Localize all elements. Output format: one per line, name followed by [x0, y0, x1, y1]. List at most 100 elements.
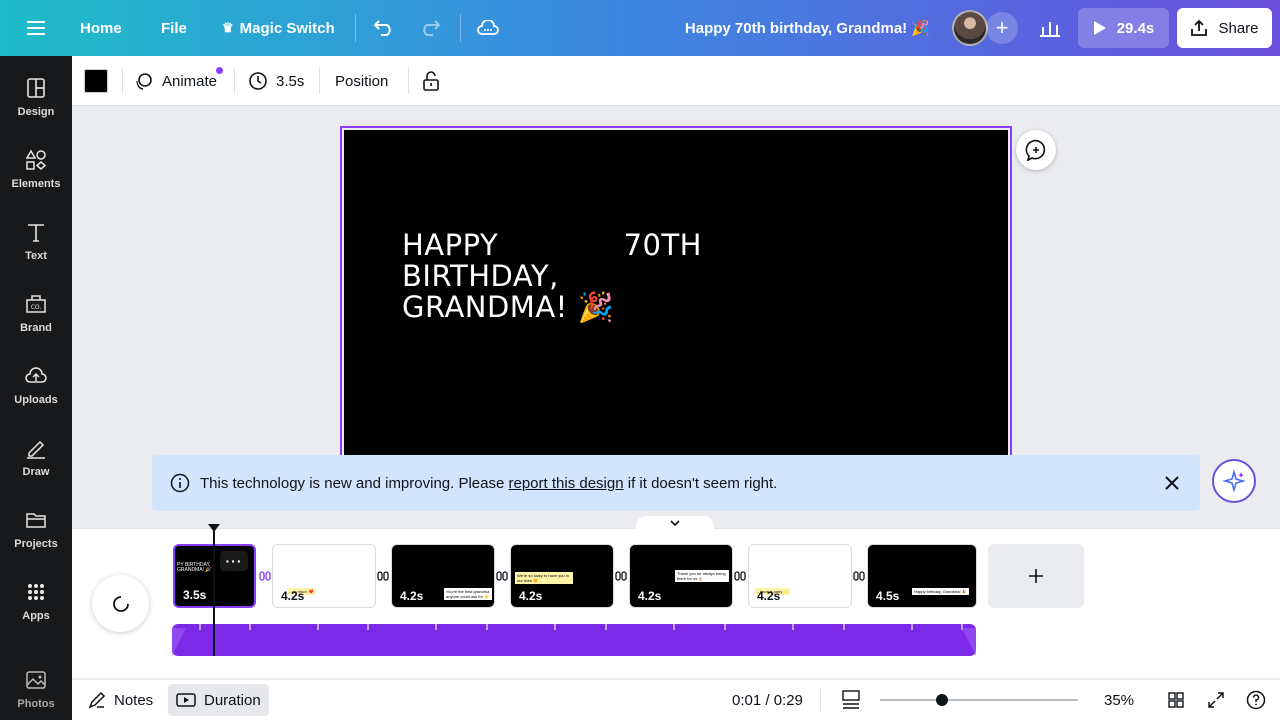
file-button[interactable]: File: [161, 0, 187, 56]
clip-preview-text: Thank you for always being there for us …: [675, 570, 729, 582]
help-icon[interactable]: [1246, 690, 1266, 710]
notice-text-after: if it doesn't seem right.: [623, 474, 778, 492]
position-button[interactable]: Position: [335, 56, 388, 106]
unlock-icon: [423, 71, 439, 91]
clip-duration: 4.2s: [281, 589, 305, 603]
headline-text[interactable]: HAPPY 70TH BIRTHDAY, GRANDMA! 🎉: [402, 230, 702, 323]
grid-view-icon[interactable]: [842, 690, 860, 710]
duration-button[interactable]: 3.5s: [248, 56, 304, 106]
sidebar-item-elements[interactable]: Elements: [0, 144, 72, 204]
transition-button[interactable]: [852, 569, 866, 583]
sidebar-item-design[interactable]: Design: [0, 72, 72, 132]
plus-icon: +: [995, 15, 1009, 40]
transition-icon: [259, 571, 271, 581]
design-title[interactable]: Happy 70th birthday, Grandma! 🎉: [660, 0, 930, 56]
sidebar-item-label: Draw: [22, 466, 50, 478]
menu-icon[interactable]: [20, 12, 52, 44]
headline-line-3: GRANDMA! 🎉: [402, 290, 615, 324]
timeline-clip[interactable]: Happy birthday, Grandma! 🎉 4.5s: [867, 544, 977, 608]
audio-waveform: [172, 624, 976, 656]
notes-button[interactable]: Notes: [80, 684, 161, 716]
divider: [408, 68, 409, 94]
text-icon: [28, 224, 44, 242]
sparkle-icon: [1222, 469, 1246, 493]
sidebar-item-photos[interactable]: Photos: [0, 664, 72, 720]
sidebar-item-label: Brand: [20, 322, 52, 334]
sidebar-item-label: Elements: [11, 178, 61, 190]
left-sidebar: Design Elements Text CO. Brand Uploads D…: [0, 56, 72, 720]
play-button[interactable]: 29.4s: [1078, 8, 1169, 48]
folder-icon: [26, 513, 46, 528]
draw-icon: [27, 440, 45, 459]
transition-icon: [853, 571, 865, 581]
sidebar-item-apps[interactable]: Apps: [0, 576, 72, 636]
collapse-timeline-button[interactable]: [636, 516, 714, 530]
transition-icon: [615, 571, 627, 581]
divider: [122, 68, 123, 94]
top-bar: Home File ♛ Magic Switch Happy 70th birt…: [0, 0, 1280, 56]
home-button[interactable]: Home: [80, 0, 122, 56]
play-duration: 29.4s: [1116, 19, 1155, 37]
sidebar-item-projects[interactable]: Projects: [0, 504, 72, 564]
lock-button[interactable]: [422, 56, 440, 106]
redo-icon[interactable]: [414, 12, 446, 44]
share-button[interactable]: Share: [1177, 8, 1272, 48]
transition-button[interactable]: [614, 569, 628, 583]
duration-label: Duration: [204, 691, 261, 709]
close-icon[interactable]: [1162, 473, 1182, 493]
headline-line-2: BIRTHDAY,: [402, 259, 559, 293]
clip-duration: 4.2s: [400, 589, 424, 603]
fullscreen-icon[interactable]: [1208, 692, 1224, 708]
headline-word-happy: HAPPY: [402, 228, 499, 262]
timeline-clip[interactable]: We're so lucky to have you in our lives …: [510, 544, 614, 608]
transition-button[interactable]: [495, 569, 509, 583]
zoom-slider-track[interactable]: [880, 699, 1078, 701]
playhead[interactable]: [213, 530, 215, 656]
sidebar-item-draw[interactable]: Draw: [0, 432, 72, 492]
more-options-button[interactable]: ···: [220, 551, 248, 571]
sidebar-item-brand[interactable]: CO. Brand: [0, 288, 72, 348]
notes-icon: [88, 691, 106, 709]
plus-icon: [1029, 569, 1043, 583]
add-collaborator-button[interactable]: +: [986, 12, 1018, 44]
notice-banner: This technology is new and improving. Pl…: [152, 455, 1200, 511]
background-color-swatch[interactable]: [84, 69, 108, 93]
share-label: Share: [1218, 19, 1259, 37]
add-page-button[interactable]: [988, 544, 1084, 608]
comment-add-icon: [1025, 139, 1046, 161]
animate-icon: [136, 73, 152, 90]
sidebar-item-text[interactable]: Text: [0, 216, 72, 276]
undo-icon[interactable]: [368, 12, 400, 44]
transition-icon: [377, 571, 389, 581]
transition-button[interactable]: [733, 569, 747, 583]
animate-button[interactable]: Animate: [134, 56, 217, 106]
divider: [820, 680, 821, 720]
add-comment-button[interactable]: [1016, 130, 1056, 170]
clock-icon: [249, 72, 267, 90]
apps-icon: [28, 584, 44, 600]
zoom-slider-handle[interactable]: [936, 694, 948, 706]
timeline-clip[interactable]: ...so much ❤️ 4.2s: [272, 544, 376, 608]
new-indicator-dot: [216, 67, 223, 74]
transition-button[interactable]: [376, 569, 390, 583]
timeline-clip[interactable]: Thank you for always being there for us …: [629, 544, 733, 608]
timeline-clip[interactable]: ...have a party ✨ 4.2s: [748, 544, 852, 608]
zoom-level[interactable]: 35%: [1104, 680, 1134, 720]
report-design-link[interactable]: report this design: [509, 475, 624, 492]
info-icon: [170, 473, 190, 493]
cloud-sync-icon[interactable]: [472, 12, 504, 44]
timeline-clip[interactable]: You're the best grandma anyone could ask…: [391, 544, 495, 608]
transition-button[interactable]: [258, 569, 272, 583]
duration-toggle-button[interactable]: Duration: [168, 684, 269, 716]
avatar[interactable]: [952, 10, 988, 46]
sidebar-item-uploads[interactable]: Uploads: [0, 360, 72, 420]
pages-grid-icon[interactable]: [1168, 692, 1184, 708]
magic-assistant-button[interactable]: [1212, 459, 1256, 503]
clip-duration: 4.2s: [519, 589, 543, 603]
loading-icon: [112, 595, 129, 612]
insights-icon[interactable]: [1034, 12, 1066, 44]
loading-spinner: [92, 575, 149, 632]
design-page[interactable]: HAPPY 70TH BIRTHDAY, GRANDMA! 🎉: [344, 130, 1008, 460]
audio-track[interactable]: [172, 624, 976, 656]
magic-switch-button[interactable]: ♛ Magic Switch: [222, 0, 335, 56]
